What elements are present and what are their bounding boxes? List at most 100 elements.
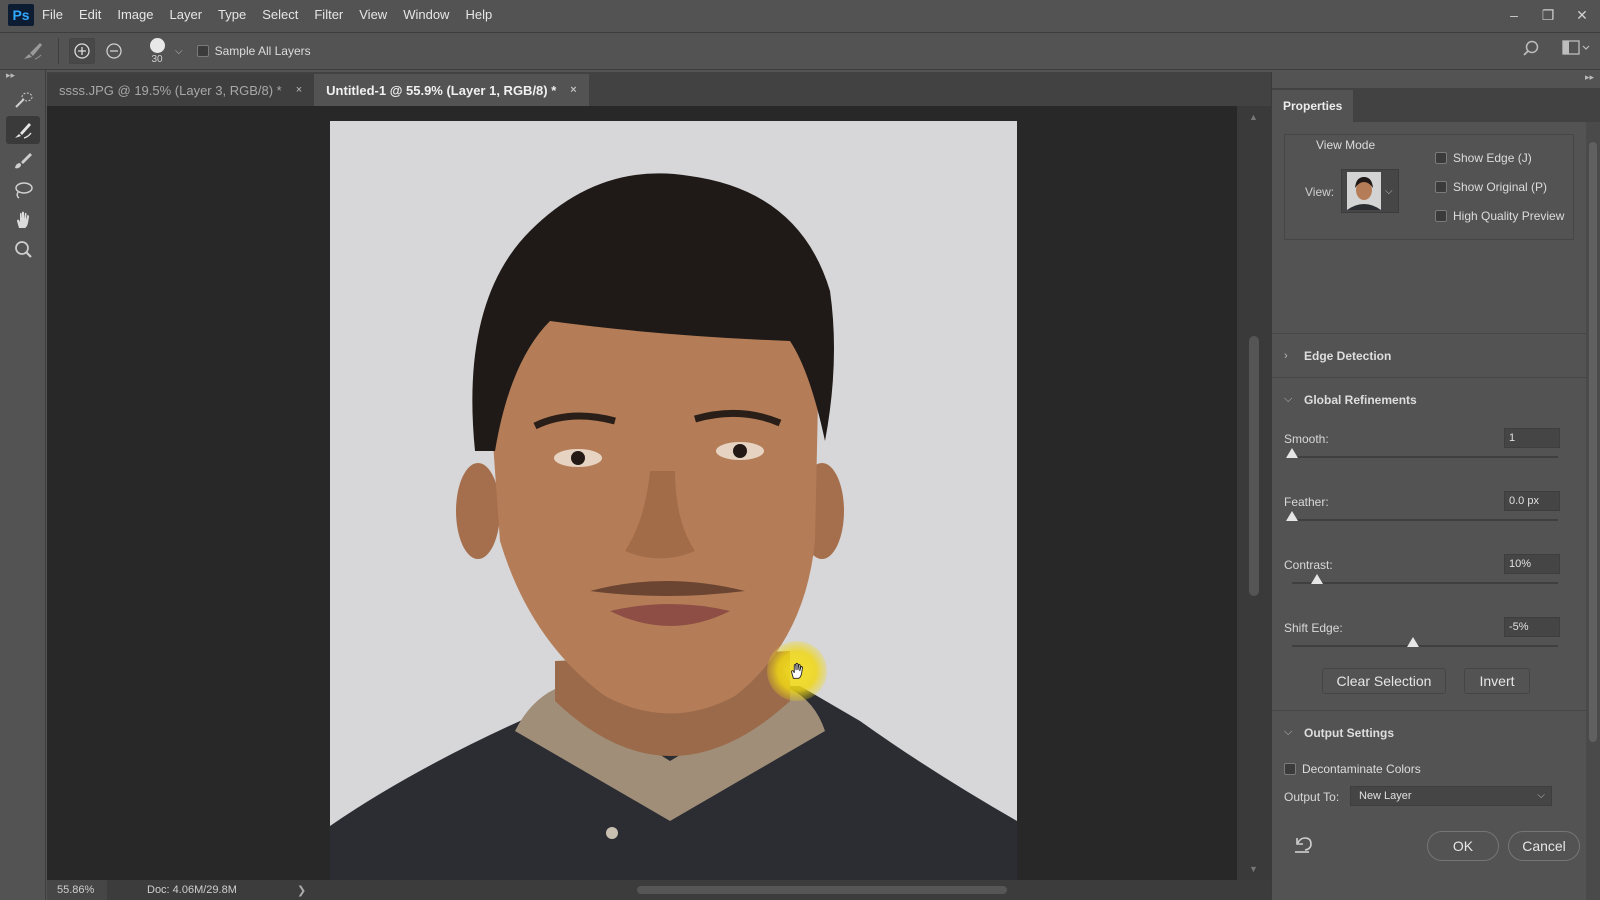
canvas-horizontal-scrollbar[interactable]	[377, 884, 1277, 896]
feather-slider-thumb[interactable]	[1286, 511, 1298, 521]
tab-untitled-1[interactable]: Untitled-1 @ 55.9% (Layer 1, RGB/8) * ×	[314, 74, 589, 106]
minimize-button[interactable]: –	[1506, 7, 1522, 23]
output-settings-label: Output Settings	[1304, 725, 1394, 740]
smooth-input[interactable]: 1	[1504, 428, 1560, 448]
menu-layer[interactable]: Layer	[162, 0, 211, 30]
menu-edit[interactable]: Edit	[71, 0, 109, 30]
options-divider	[58, 38, 59, 64]
contrast-input[interactable]: 10%	[1504, 554, 1560, 574]
menu-filter[interactable]: Filter	[306, 0, 351, 30]
brush-size-picker[interactable]: 30	[145, 36, 169, 66]
view-thumbnail	[1347, 172, 1381, 210]
close-window-button[interactable]: ✕	[1574, 7, 1590, 23]
feather-slider[interactable]	[1286, 511, 1558, 521]
portrait-photo	[330, 173, 1017, 880]
invert-button[interactable]: Invert	[1464, 668, 1530, 694]
edge-detection-label: Edge Detection	[1304, 348, 1392, 363]
tab-properties[interactable]: Properties	[1272, 90, 1354, 122]
close-icon[interactable]: ×	[296, 84, 302, 96]
panel-scrollbar[interactable]	[1586, 122, 1600, 900]
global-refinements-section[interactable]: ⌵ Global Refinements	[1272, 377, 1587, 421]
output-settings-section[interactable]: ⌵ Output Settings	[1272, 710, 1587, 754]
scrollbar-thumb[interactable]	[637, 886, 1007, 894]
brush-tool-icon[interactable]	[6, 146, 40, 174]
menu-image[interactable]: Image	[109, 0, 161, 30]
menu-file[interactable]: File	[34, 0, 71, 30]
high-quality-preview-label: High Quality Preview	[1453, 209, 1565, 223]
chevron-down-icon[interactable]: ⌵	[175, 46, 183, 57]
hand-tool-icon[interactable]	[6, 206, 40, 234]
menu-select[interactable]: Select	[254, 0, 306, 30]
chevron-down-icon: ⌵	[1284, 726, 1293, 738]
decontaminate-colors-option[interactable]: Decontaminate Colors	[1284, 762, 1421, 776]
scrollbar-thumb[interactable]	[1249, 336, 1259, 596]
sample-all-layers-checkbox[interactable]	[196, 45, 209, 57]
tab-ssss-jpg[interactable]: ssss.JPG @ 19.5% (Layer 3, RGB/8) * ×	[47, 74, 315, 106]
close-icon[interactable]: ×	[570, 84, 576, 96]
options-right	[1522, 39, 1590, 60]
view-mode-dropdown[interactable]: ⌵	[1341, 169, 1399, 213]
refine-brush-preset-icon[interactable]	[18, 38, 48, 64]
smooth-slider-thumb[interactable]	[1286, 448, 1298, 458]
restore-button[interactable]: ❐	[1540, 7, 1556, 23]
panel-collapse-icon[interactable]: ▸▸	[0, 70, 45, 84]
chevron-down-icon: ⌵	[1284, 393, 1293, 405]
clear-selection-button[interactable]: Clear Selection	[1322, 668, 1446, 694]
scroll-up-icon[interactable]: ▲	[1249, 112, 1258, 122]
tools-panel: ▸▸	[0, 70, 46, 900]
add-to-selection-icon[interactable]	[69, 38, 95, 64]
chevron-down-icon: ⌵	[1537, 790, 1545, 801]
output-to-label: Output To:	[1284, 790, 1340, 804]
show-edge-checkbox[interactable]	[1435, 152, 1447, 164]
show-original-label: Show Original (P)	[1453, 180, 1548, 194]
chevron-down-icon: ⌵	[1385, 185, 1393, 197]
scroll-down-icon[interactable]: ▼	[1249, 864, 1258, 874]
decontaminate-colors-checkbox[interactable]	[1284, 763, 1296, 775]
subtract-from-selection-icon[interactable]	[101, 38, 127, 64]
zoom-level[interactable]: 55.86%	[47, 880, 107, 900]
reset-icon[interactable]	[1292, 834, 1314, 857]
status-menu-arrow[interactable]: ❯	[297, 884, 306, 897]
photoshop-logo: Ps	[8, 4, 34, 26]
cancel-button[interactable]: Cancel	[1508, 831, 1580, 861]
edge-detection-section[interactable]: › Edge Detection	[1272, 333, 1587, 377]
contrast-slider-thumb[interactable]	[1311, 574, 1324, 584]
menu-help[interactable]: Help	[457, 0, 500, 30]
sample-all-layers-label: Sample All Layers	[214, 44, 311, 58]
feather-input[interactable]: 0.0 px	[1504, 491, 1560, 511]
canvas-vertical-scrollbar[interactable]: ▲ ▼	[1237, 106, 1271, 880]
high-quality-preview-option[interactable]: High Quality Preview	[1435, 209, 1564, 223]
document-tabs: ssss.JPG @ 19.5% (Layer 3, RGB/8) * × Un…	[47, 72, 1271, 106]
workspace-switcher-icon[interactable]	[1562, 40, 1590, 59]
shift-edge-input[interactable]: -5%	[1504, 617, 1560, 637]
view-mode-title: View Mode	[1311, 138, 1381, 152]
ok-button[interactable]: OK	[1427, 831, 1499, 861]
shift-edge-label: Shift Edge:	[1284, 621, 1343, 635]
smooth-label: Smooth:	[1284, 432, 1329, 446]
refine-edge-brush-tool-icon[interactable]	[6, 116, 40, 144]
menu-type[interactable]: Type	[210, 0, 254, 30]
quick-selection-tool-icon[interactable]	[6, 86, 40, 114]
high-quality-preview-checkbox[interactable]	[1435, 210, 1447, 222]
show-original-checkbox[interactable]	[1435, 181, 1447, 193]
shift-edge-slider-thumb[interactable]	[1406, 637, 1419, 647]
show-original-option[interactable]: Show Original (P)	[1435, 180, 1547, 194]
lasso-tool-icon[interactable]	[6, 176, 40, 204]
feather-label: Feather:	[1284, 495, 1329, 509]
smooth-slider[interactable]	[1286, 448, 1558, 458]
contrast-slider[interactable]	[1292, 574, 1558, 584]
show-edge-label: Show Edge (J)	[1453, 151, 1532, 165]
search-icon[interactable]	[1522, 39, 1540, 60]
document-canvas[interactable]	[330, 121, 1017, 880]
tab-label: Untitled-1 @ 55.9% (Layer 1, RGB/8) *	[326, 82, 557, 98]
contrast-label: Contrast:	[1284, 558, 1333, 572]
zoom-tool-icon[interactable]	[6, 236, 40, 264]
canvas-area[interactable]	[47, 106, 1237, 880]
menu-window[interactable]: Window	[395, 0, 457, 30]
output-to-select[interactable]: New Layer ⌵	[1350, 786, 1552, 806]
scrollbar-thumb[interactable]	[1589, 142, 1597, 742]
show-edge-option[interactable]: Show Edge (J)	[1435, 151, 1532, 165]
menu-view[interactable]: View	[351, 0, 395, 30]
shift-edge-slider[interactable]	[1292, 637, 1558, 647]
panel-collapse-icon[interactable]: ▸▸	[1272, 72, 1600, 88]
